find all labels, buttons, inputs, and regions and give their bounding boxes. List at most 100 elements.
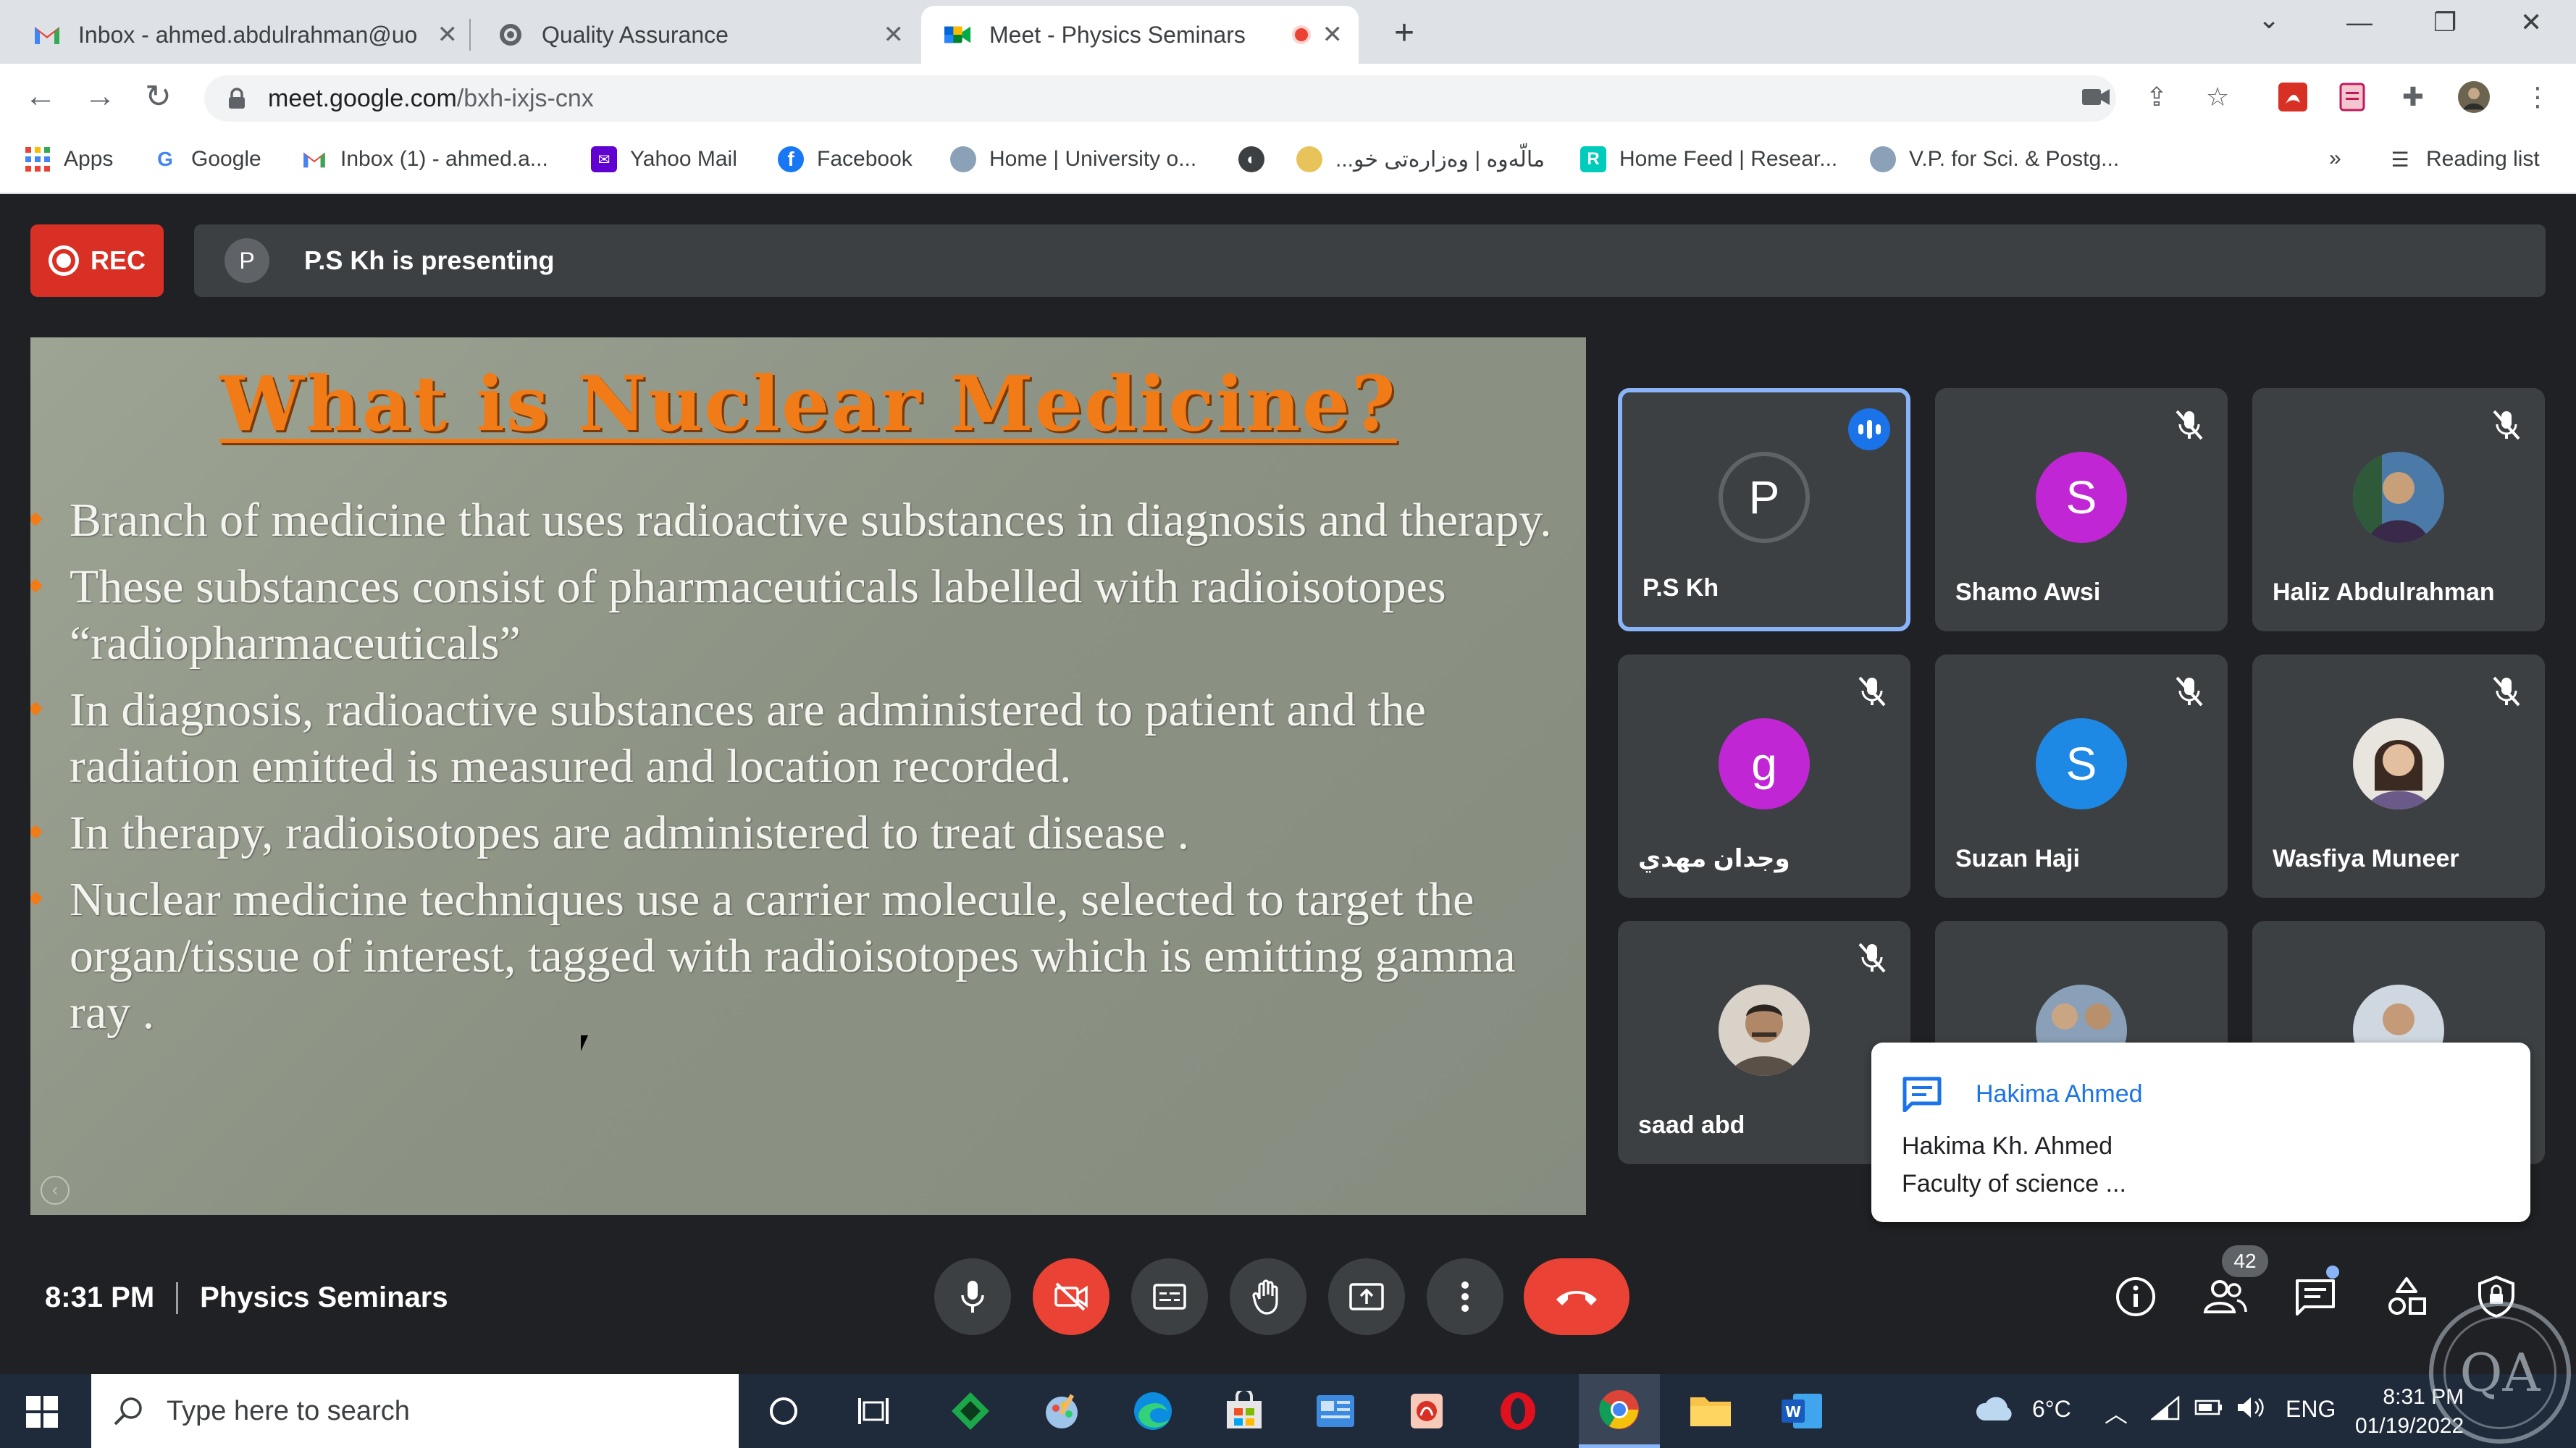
minimize-button[interactable]: — bbox=[2346, 7, 2372, 38]
network-icon[interactable] bbox=[2149, 1395, 2180, 1426]
leave-call-button[interactable] bbox=[1524, 1258, 1629, 1335]
taskbar-app-green[interactable] bbox=[930, 1374, 1011, 1448]
university-icon bbox=[1870, 146, 1896, 172]
university-icon bbox=[950, 146, 976, 172]
diamond-app-icon bbox=[952, 1392, 989, 1430]
present-screen-button[interactable] bbox=[1328, 1258, 1405, 1335]
apps-grid-icon bbox=[25, 146, 51, 172]
gmail-icon bbox=[301, 146, 327, 172]
bookmark-vp-sci[interactable]: V.P. for Sci. & Postg... bbox=[1870, 146, 2119, 172]
participant-name: saad abd bbox=[1638, 1111, 1745, 1139]
bookmark-star-icon[interactable]: ☆ bbox=[2202, 81, 2233, 113]
weather-widget[interactable] bbox=[1974, 1394, 2016, 1429]
more-options-button[interactable] bbox=[1427, 1258, 1503, 1335]
bookmark-university[interactable]: Home | University o... bbox=[950, 146, 1196, 172]
participant-tile-wasfiya-muneer[interactable]: Wasfiya Muneer bbox=[2252, 654, 2545, 898]
word-icon: W bbox=[1782, 1394, 1822, 1428]
taskbar-app-edge[interactable] bbox=[1112, 1374, 1193, 1448]
activities-button[interactable] bbox=[2380, 1270, 2433, 1323]
weather-temperature: 6°C bbox=[2032, 1396, 2071, 1422]
taskbar-app-pdf[interactable] bbox=[1386, 1374, 1467, 1448]
close-icon[interactable]: ✕ bbox=[1322, 20, 1343, 49]
chat-message-notification[interactable]: Hakima Ahmed Hakima Kh. Ahmed Faculty of… bbox=[1871, 1043, 2530, 1222]
participant-tile-saad-abd[interactable]: saad abd bbox=[1618, 921, 1910, 1164]
volume-icon[interactable] bbox=[2236, 1396, 2265, 1425]
document-extension-icon[interactable] bbox=[2336, 81, 2368, 113]
info-icon bbox=[2116, 1277, 2155, 1316]
tab-meet[interactable]: Meet - Physics Seminars ✕ bbox=[921, 6, 1359, 64]
facebook-icon: f bbox=[778, 146, 804, 172]
bookmark-facebook[interactable]: f Facebook bbox=[778, 146, 912, 172]
task-view-button[interactable] bbox=[833, 1374, 914, 1448]
new-tab-button[interactable]: + bbox=[1394, 13, 1414, 53]
browser-tab-strip: Inbox - ahmed.abdulrahman@uo ✕ Quality A… bbox=[0, 0, 2576, 64]
divider bbox=[176, 1281, 179, 1314]
taskbar-app-news[interactable] bbox=[1295, 1374, 1376, 1448]
profile-avatar[interactable] bbox=[2458, 81, 2490, 113]
windows-start-button[interactable] bbox=[26, 1396, 58, 1428]
slide-title: What is Nuclear Medicine? bbox=[219, 359, 1397, 448]
meet-icon bbox=[944, 21, 972, 49]
input-language[interactable]: ENG bbox=[2286, 1396, 2336, 1423]
presenter-avatar: P bbox=[225, 238, 269, 283]
captions-button[interactable] bbox=[1131, 1258, 1208, 1335]
share-icon[interactable]: ⇪ bbox=[2141, 81, 2173, 113]
microphone-button[interactable] bbox=[934, 1258, 1011, 1335]
presenting-banner: P P.S Kh is presenting bbox=[194, 224, 2546, 297]
address-bar[interactable]: meet.google.com/bxh-ixjs-cnx bbox=[204, 75, 2116, 122]
taskbar-app-paint[interactable] bbox=[1021, 1374, 1102, 1448]
bookmarks-more-button[interactable]: » bbox=[2329, 146, 2341, 171]
camera-off-button[interactable] bbox=[1033, 1258, 1109, 1335]
reading-list-button[interactable]: ☰ Reading list bbox=[2387, 146, 2539, 172]
opera-icon bbox=[1501, 1392, 1535, 1430]
taskbar-app-opera[interactable] bbox=[1477, 1374, 1558, 1448]
participant-tile-haliz-abdulrahman[interactable]: Haliz Abdulrahman bbox=[2252, 388, 2545, 631]
taskbar-app-chrome[interactable] bbox=[1579, 1374, 1660, 1448]
taskbar-app-store[interactable] bbox=[1204, 1374, 1285, 1448]
reading-list-icon: ☰ bbox=[2391, 148, 2409, 171]
battery-icon[interactable] bbox=[2194, 1396, 2223, 1423]
participant-tile-wijdan-mahdi[interactable]: g وجدان مهدي bbox=[1618, 654, 1910, 898]
close-icon[interactable]: ✕ bbox=[884, 20, 905, 49]
meet-stage: REC P P.S Kh is presenting What is Nucle… bbox=[0, 194, 2576, 1374]
chat-message-line: Hakima Kh. Ahmed bbox=[1902, 1132, 2113, 1160]
participants-button[interactable] bbox=[2199, 1270, 2252, 1323]
close-window-button[interactable]: ✕ bbox=[2520, 7, 2542, 38]
bookmark-researchgate[interactable]: R Home Feed | Resear... bbox=[1580, 146, 1837, 172]
bookmark-google[interactable]: G Google bbox=[152, 146, 261, 172]
shared-screen-slide: What is Nuclear Medicine? Branch of medi… bbox=[30, 337, 1586, 1215]
taskbar-app-file-explorer[interactable] bbox=[1670, 1374, 1751, 1448]
bookmark-ministry[interactable]: ...مالّەوە | وەزارەتی خو bbox=[1296, 146, 1545, 172]
taskbar-search-box[interactable]: Type here to search bbox=[91, 1374, 739, 1448]
participant-tile-shamo-awsi[interactable]: S Shamo Awsi bbox=[1935, 388, 2228, 631]
participant-tile-suzan-haji[interactable]: S Suzan Haji bbox=[1935, 654, 2228, 898]
chat-sender: Hakima Ahmed bbox=[1976, 1080, 2143, 1108]
extensions-puzzle-icon[interactable]: ✚ bbox=[2397, 81, 2429, 113]
bookmark-yahoo-mail[interactable]: ✉ Yahoo Mail bbox=[591, 146, 737, 172]
close-icon[interactable]: ✕ bbox=[437, 20, 458, 49]
tab-search-icon[interactable]: ⌄ bbox=[2258, 4, 2280, 35]
reload-button[interactable]: ↻ bbox=[145, 78, 172, 115]
chevron-up-icon[interactable]: ︿ bbox=[2105, 1396, 2128, 1429]
search-placeholder: Type here to search bbox=[167, 1395, 410, 1426]
cortana-button[interactable] bbox=[743, 1374, 824, 1448]
taskbar-app-word[interactable]: W bbox=[1761, 1374, 1842, 1448]
bookmark-inbox[interactable]: Inbox (1) - ahmed.a... bbox=[301, 146, 548, 172]
meeting-details-button[interactable] bbox=[2109, 1270, 2162, 1323]
restore-button[interactable]: ❐ bbox=[2433, 7, 2457, 38]
meeting-clock: 8:31 PM bbox=[45, 1281, 155, 1313]
gmail-icon bbox=[33, 21, 61, 49]
participant-tile-ps-kh[interactable]: P P.S Kh bbox=[1618, 388, 1910, 631]
recording-button[interactable]: REC bbox=[30, 224, 164, 297]
bookmark-apps[interactable]: Apps bbox=[25, 146, 113, 172]
raise-hand-button[interactable] bbox=[1230, 1258, 1306, 1335]
microphone-icon bbox=[961, 1281, 984, 1313]
tab-quality-assurance[interactable]: Quality Assurance ✕ bbox=[474, 6, 920, 64]
forward-button[interactable]: → bbox=[84, 78, 116, 114]
browser-menu-icon[interactable]: ⋮ bbox=[2522, 81, 2554, 113]
camera-permission-icon[interactable] bbox=[2080, 81, 2112, 113]
tab-inbox[interactable]: Inbox - ahmed.abdulrahman@uo ✕ bbox=[10, 6, 474, 64]
back-button[interactable]: ← bbox=[25, 78, 56, 114]
bookmark-globe[interactable]: ◐ bbox=[1238, 146, 1277, 172]
pdf-extension-icon[interactable] bbox=[2277, 81, 2309, 113]
